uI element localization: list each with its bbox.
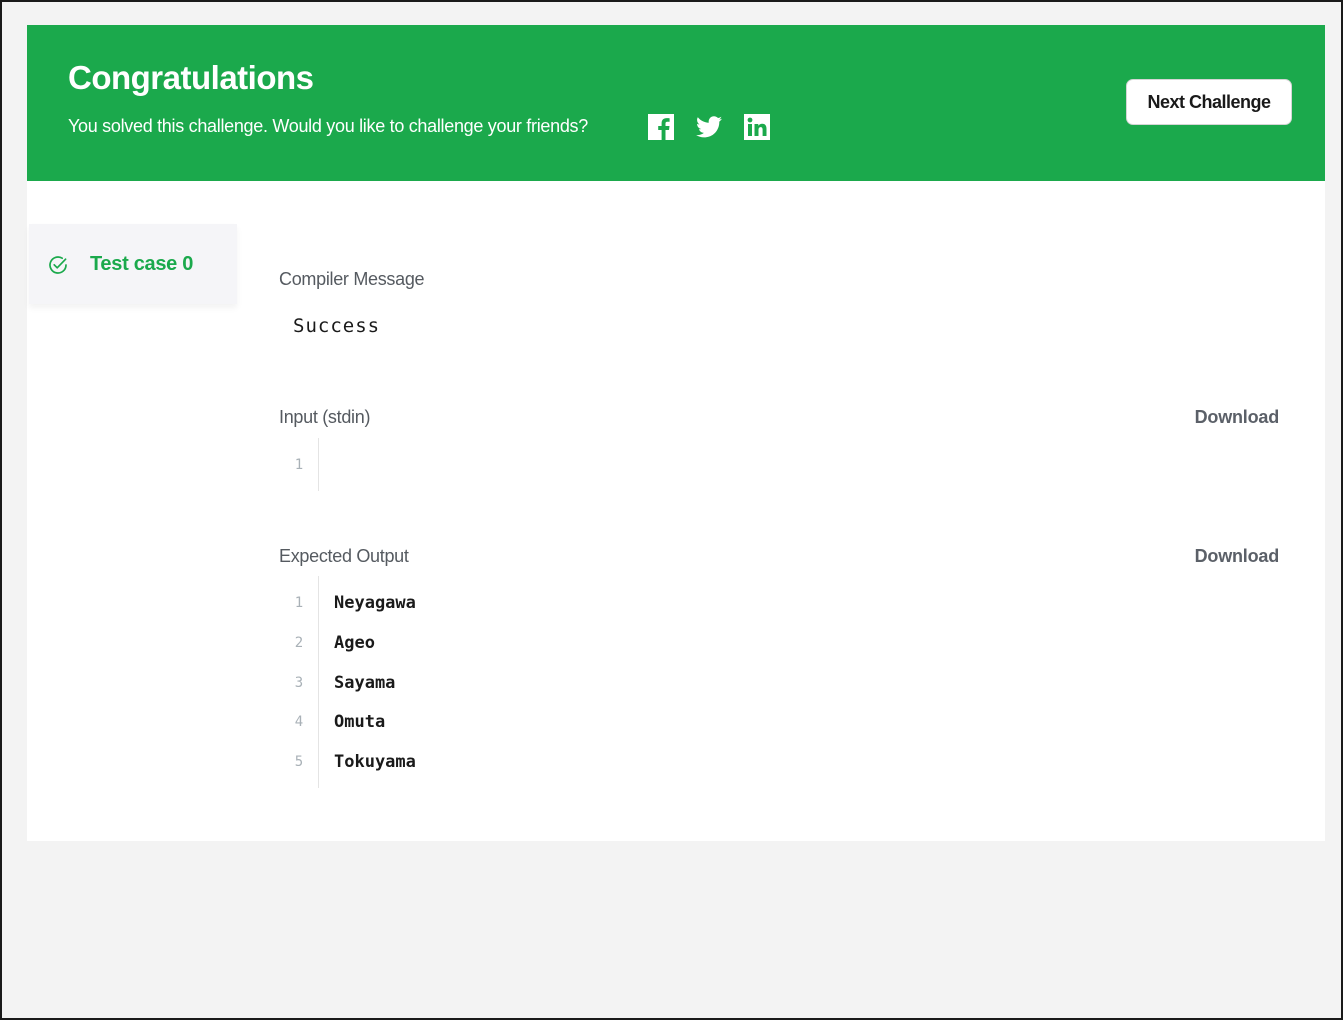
check-circle-icon [49,256,67,274]
line-number: 1 [294,457,304,473]
results-panel: Test case 0 Compiler Message Success Inp… [27,181,1325,841]
code-line: 4 Omuta [279,712,879,752]
input-label: Input (stdin) [279,407,371,427]
line-text: Omuta [334,712,386,732]
next-challenge-button[interactable]: Next Challenge [1126,79,1292,125]
line-number: 5 [294,754,304,770]
compiler-message: Success [293,315,381,337]
code-line: 1 [279,455,879,495]
facebook-icon[interactable] [647,114,675,140]
line-number: 3 [294,675,304,691]
window-frame: Congratulations You solved this challeng… [0,0,1343,1020]
line-number: 1 [294,595,304,611]
line-text: Ageo [334,633,375,653]
line-number: 4 [294,714,304,730]
code-line: 2 Ageo [279,633,879,673]
expected-output-download-link[interactable]: Download [1195,546,1280,567]
compiler-message-label: Compiler Message [279,269,425,289]
code-line: 3 Sayama [279,673,879,713]
linkedin-icon[interactable] [743,114,771,140]
expected-output-label: Expected Output [279,546,409,566]
code-line: 1 Neyagawa [279,593,879,633]
code-line: 5 Tokuyama [279,752,879,792]
input-download-link[interactable]: Download [1195,407,1280,428]
banner-title: Congratulations [68,59,314,96]
tab-test-case-0[interactable]: Test case 0 [29,224,237,304]
banner-subtitle: You solved this challenge. Would you lik… [68,116,588,136]
line-text: Neyagawa [334,593,416,613]
line-text: Sayama [334,673,396,693]
line-text: Tokuyama [334,752,416,772]
success-banner: Congratulations You solved this challeng… [27,25,1325,181]
twitter-icon[interactable] [695,114,723,140]
line-number: 2 [294,635,304,651]
tab-label: Test case 0 [90,253,194,275]
